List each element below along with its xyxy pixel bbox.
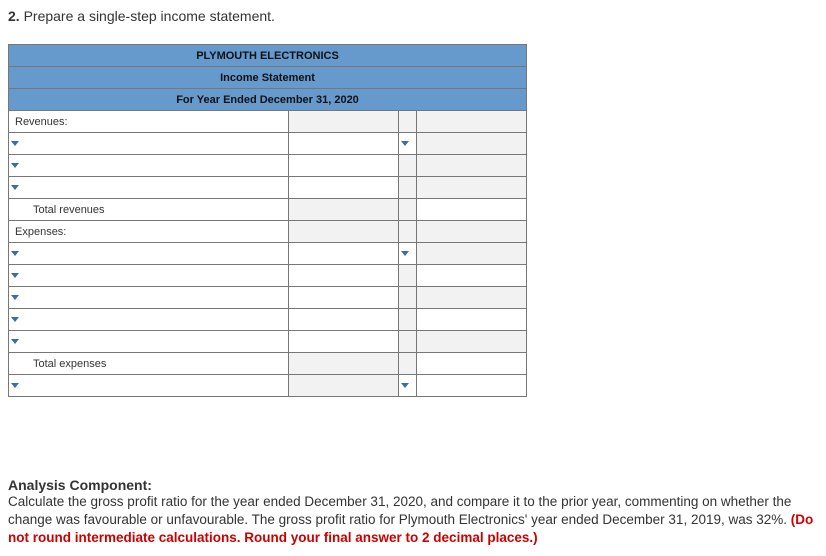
analysis-body: Calculate the gross profit ratio for the…	[8, 493, 818, 548]
revenue-item-dropdown[interactable]	[9, 155, 289, 177]
cell	[399, 309, 417, 331]
table-header-company: PLYMOUTH ELECTRONICS	[9, 45, 527, 67]
expense-item-dropdown[interactable]	[9, 287, 289, 309]
cell	[399, 287, 417, 309]
cell[interactable]	[417, 111, 527, 133]
cell[interactable]	[289, 265, 399, 287]
cell[interactable]	[417, 265, 527, 287]
table-header-title: Income Statement	[9, 67, 527, 89]
total-revenues-label: Total revenues	[9, 199, 289, 221]
cell[interactable]	[417, 375, 527, 397]
cell[interactable]	[289, 133, 399, 155]
expense-item-dropdown[interactable]	[9, 331, 289, 353]
table-header-period: For Year Ended December 31, 2020	[9, 89, 527, 111]
question-number: 2.	[8, 8, 20, 24]
net-line-dropdown[interactable]	[9, 375, 289, 397]
cell[interactable]	[289, 353, 399, 375]
cell[interactable]	[289, 243, 399, 265]
cell[interactable]	[289, 155, 399, 177]
cell	[399, 331, 417, 353]
income-statement-table: PLYMOUTH ELECTRONICS Income Statement Fo…	[8, 44, 527, 397]
cell-dropdown[interactable]	[399, 243, 417, 265]
analysis-component: Analysis Component: Calculate the gross …	[8, 477, 818, 548]
cell[interactable]	[417, 133, 527, 155]
cell[interactable]	[289, 375, 399, 397]
cell	[399, 353, 417, 375]
expense-item-dropdown[interactable]	[9, 243, 289, 265]
cell[interactable]	[417, 221, 527, 243]
cell[interactable]	[417, 243, 527, 265]
expense-item-dropdown[interactable]	[9, 265, 289, 287]
expenses-label: Expenses:	[9, 221, 289, 243]
analysis-text: Calculate the gross profit ratio for the…	[8, 494, 791, 527]
total-expenses-label: Total expenses	[9, 353, 289, 375]
revenue-item-dropdown[interactable]	[9, 133, 289, 155]
cell[interactable]	[417, 177, 527, 199]
cell-dropdown[interactable]	[399, 133, 417, 155]
cell[interactable]	[289, 309, 399, 331]
expense-item-dropdown[interactable]	[9, 309, 289, 331]
cell[interactable]	[417, 353, 527, 375]
analysis-heading: Analysis Component:	[8, 477, 818, 493]
revenue-item-dropdown[interactable]	[9, 177, 289, 199]
cell-dropdown[interactable]	[399, 375, 417, 397]
question-prompt: 2. Prepare a single-step income statemen…	[8, 8, 818, 24]
cell[interactable]	[289, 199, 399, 221]
question-text: Prepare a single-step income statement.	[24, 8, 275, 24]
cell	[399, 177, 417, 199]
cell[interactable]	[289, 221, 399, 243]
cell[interactable]	[289, 287, 399, 309]
cell[interactable]	[417, 155, 527, 177]
cell[interactable]	[289, 111, 399, 133]
revenues-label: Revenues:	[9, 111, 289, 133]
cell	[399, 221, 417, 243]
cell	[399, 199, 417, 221]
cell	[399, 265, 417, 287]
cell	[399, 155, 417, 177]
cell[interactable]	[289, 331, 399, 353]
cell[interactable]	[417, 199, 527, 221]
cell[interactable]	[289, 177, 399, 199]
cell[interactable]	[417, 287, 527, 309]
cell	[399, 111, 417, 133]
cell[interactable]	[417, 309, 527, 331]
cell[interactable]	[417, 331, 527, 353]
